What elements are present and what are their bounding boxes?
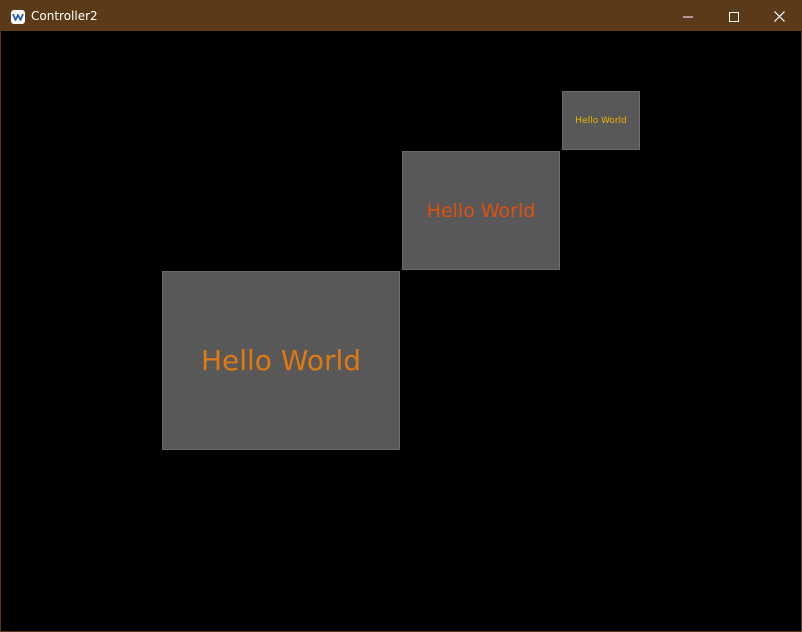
hello-world-panel-large[interactable]: Hello World (162, 271, 400, 450)
maximize-icon (729, 7, 739, 26)
client-area: Hello World Hello World Hello World (1, 31, 801, 631)
hello-world-panel-medium[interactable]: Hello World (402, 151, 560, 270)
maximize-button[interactable] (711, 1, 757, 31)
hello-world-label-large: Hello World (200, 344, 362, 377)
close-button[interactable] (756, 1, 802, 31)
app-window: Controller2 Hello World Hello World Hell… (0, 0, 802, 632)
hello-world-label-medium: Hello World (426, 199, 536, 222)
window-title: Controller2 (31, 9, 98, 23)
close-icon (773, 7, 785, 26)
kivy-app-icon (11, 9, 25, 24)
hello-world-panel-small[interactable]: Hello World (562, 91, 640, 150)
title-bar[interactable]: Controller2 (1, 1, 801, 31)
minimize-icon (683, 7, 693, 26)
hello-world-label-small: Hello World (575, 115, 627, 126)
minimize-button[interactable] (665, 1, 711, 31)
